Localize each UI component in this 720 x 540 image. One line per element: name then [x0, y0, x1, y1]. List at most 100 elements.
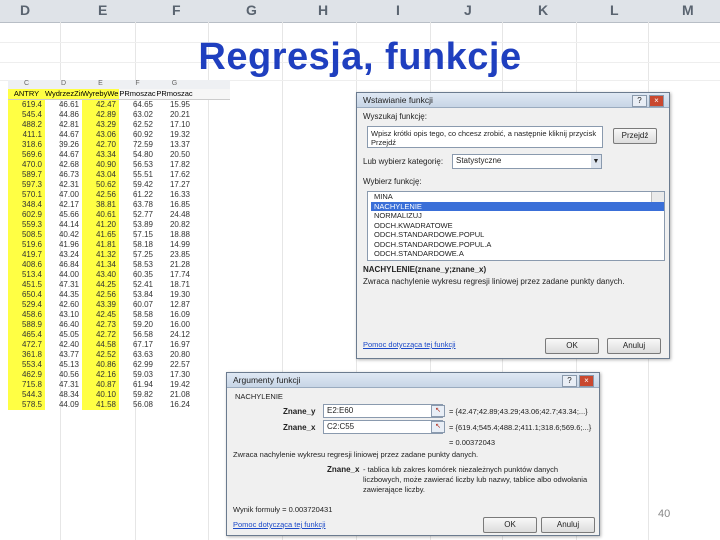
column-header[interactable]: G [246, 2, 257, 18]
table-cell[interactable]: 17.10 [156, 120, 193, 130]
table-cell[interactable]: 513.4 [8, 270, 45, 280]
table-cell[interactable]: 42.81 [45, 120, 82, 130]
search-input[interactable]: Wpisz krótki opis tego, co chcesz zrobić… [367, 126, 603, 148]
table-cell[interactable]: 45.66 [45, 210, 82, 220]
table-cell[interactable]: 52.41 [119, 280, 156, 290]
table-cell[interactable]: 58.53 [119, 260, 156, 270]
table-cell[interactable]: 44.25 [82, 280, 119, 290]
table-cell[interactable]: 589.7 [8, 170, 45, 180]
table-cell[interactable]: 17.30 [156, 370, 193, 380]
table-cell[interactable]: 63.78 [119, 200, 156, 210]
table-cell[interactable]: 23.85 [156, 250, 193, 260]
table-cell[interactable]: 50.62 [82, 180, 119, 190]
table-cell[interactable]: 42.16 [82, 370, 119, 380]
sheet-header-cell[interactable]: WyrebyWer [82, 89, 119, 99]
table-cell[interactable]: 12.87 [156, 300, 193, 310]
column-header[interactable]: I [396, 2, 400, 18]
table-cell[interactable]: 462.9 [8, 370, 45, 380]
table-cell[interactable]: 458.6 [8, 310, 45, 320]
table-cell[interactable]: 40.90 [82, 160, 119, 170]
table-cell[interactable]: 44.14 [45, 220, 82, 230]
sheet-header-cell[interactable]: PRmoszac [119, 89, 156, 99]
table-cell[interactable]: 19.42 [156, 380, 193, 390]
table-cell[interactable]: 56.53 [119, 160, 156, 170]
table-cell[interactable]: 41.32 [82, 250, 119, 260]
table-cell[interactable]: 519.6 [8, 240, 45, 250]
table-cell[interactable]: 44.67 [45, 130, 82, 140]
table-cell[interactable]: 57.25 [119, 250, 156, 260]
column-header[interactable]: F [172, 2, 181, 18]
table-cell[interactable]: 318.6 [8, 140, 45, 150]
table-cell[interactable]: 559.3 [8, 220, 45, 230]
table-cell[interactable]: 348.4 [8, 200, 45, 210]
table-cell[interactable]: 56.08 [119, 400, 156, 410]
column-header[interactable]: M [682, 2, 694, 18]
table-cell[interactable]: 43.34 [82, 150, 119, 160]
table-cell[interactable]: 46.61 [45, 100, 82, 110]
table-cell[interactable]: 61.22 [119, 190, 156, 200]
table-cell[interactable]: 41.34 [82, 260, 119, 270]
table-cell[interactable]: 45.05 [45, 330, 82, 340]
table-cell[interactable]: 47.31 [45, 280, 82, 290]
table-cell[interactable]: 46.73 [45, 170, 82, 180]
ok-button[interactable]: OK [545, 338, 599, 354]
table-cell[interactable]: 41.20 [82, 220, 119, 230]
list-item[interactable]: NACHYLENIE [371, 201, 664, 211]
table-cell[interactable]: 488.2 [8, 120, 45, 130]
cancel-button[interactable]: Anuluj [541, 517, 595, 533]
table-cell[interactable]: 42.31 [45, 180, 82, 190]
table-cell[interactable]: 43.39 [82, 300, 119, 310]
table-cell[interactable]: 569.6 [8, 150, 45, 160]
table-cell[interactable]: 40.87 [82, 380, 119, 390]
function-list-scrollbar[interactable] [651, 192, 664, 202]
table-cell[interactable]: 42.45 [82, 310, 119, 320]
table-cell[interactable]: 43.24 [45, 250, 82, 260]
table-cell[interactable]: 470.0 [8, 160, 45, 170]
table-cell[interactable]: 40.56 [45, 370, 82, 380]
table-cell[interactable]: 41.96 [45, 240, 82, 250]
table-cell[interactable]: 47.31 [45, 380, 82, 390]
table-cell[interactable]: 56.58 [119, 330, 156, 340]
table-cell[interactable]: 16.00 [156, 320, 193, 330]
table-cell[interactable]: 578.5 [8, 400, 45, 410]
table-cell[interactable]: 42.17 [45, 200, 82, 210]
table-cell[interactable]: 21.28 [156, 260, 193, 270]
table-cell[interactable]: 21.08 [156, 390, 193, 400]
table-cell[interactable]: 57.15 [119, 230, 156, 240]
table-cell[interactable]: 42.56 [82, 290, 119, 300]
table-cell[interactable]: 52.77 [119, 210, 156, 220]
table-cell[interactable]: 22.57 [156, 360, 193, 370]
table-cell[interactable]: 59.82 [119, 390, 156, 400]
table-cell[interactable]: 67.17 [119, 340, 156, 350]
go-button[interactable]: Przejdź [613, 128, 657, 144]
table-cell[interactable]: 53.89 [119, 220, 156, 230]
table-cell[interactable]: 47.00 [45, 190, 82, 200]
table-cell[interactable]: 53.84 [119, 290, 156, 300]
help-link[interactable]: Pomoc dotycząca tej funkcji [233, 520, 326, 529]
table-cell[interactable]: 20.82 [156, 220, 193, 230]
table-cell[interactable]: 60.92 [119, 130, 156, 140]
table-cell[interactable]: 59.42 [119, 180, 156, 190]
table-cell[interactable]: 17.74 [156, 270, 193, 280]
table-cell[interactable]: 650.4 [8, 290, 45, 300]
table-cell[interactable]: 45.13 [45, 360, 82, 370]
list-item[interactable]: ODCH.STANDARDOWE.A [371, 249, 664, 259]
table-cell[interactable]: 43.77 [45, 350, 82, 360]
column-header[interactable]: L [610, 2, 619, 18]
table-cell[interactable]: 408.6 [8, 260, 45, 270]
table-cell[interactable]: 40.42 [45, 230, 82, 240]
table-cell[interactable]: 41.58 [82, 400, 119, 410]
table-cell[interactable]: 16.24 [156, 400, 193, 410]
table-cell[interactable]: 72.59 [119, 140, 156, 150]
table-cell[interactable]: 17.27 [156, 180, 193, 190]
table-cell[interactable]: 38.81 [82, 200, 119, 210]
list-item[interactable]: ODCH.STANDARDOWE.POPUL.A [371, 240, 664, 250]
sheet-header-cell[interactable]: WydrzezZim [45, 89, 82, 99]
table-cell[interactable]: 13.37 [156, 140, 193, 150]
table-cell[interactable]: 46.84 [45, 260, 82, 270]
sheet-header-cell[interactable]: PRmoszac [156, 89, 193, 99]
table-cell[interactable]: 19.32 [156, 130, 193, 140]
table-cell[interactable]: 553.4 [8, 360, 45, 370]
table-cell[interactable]: 40.61 [82, 210, 119, 220]
close-icon[interactable]: × [579, 375, 594, 387]
